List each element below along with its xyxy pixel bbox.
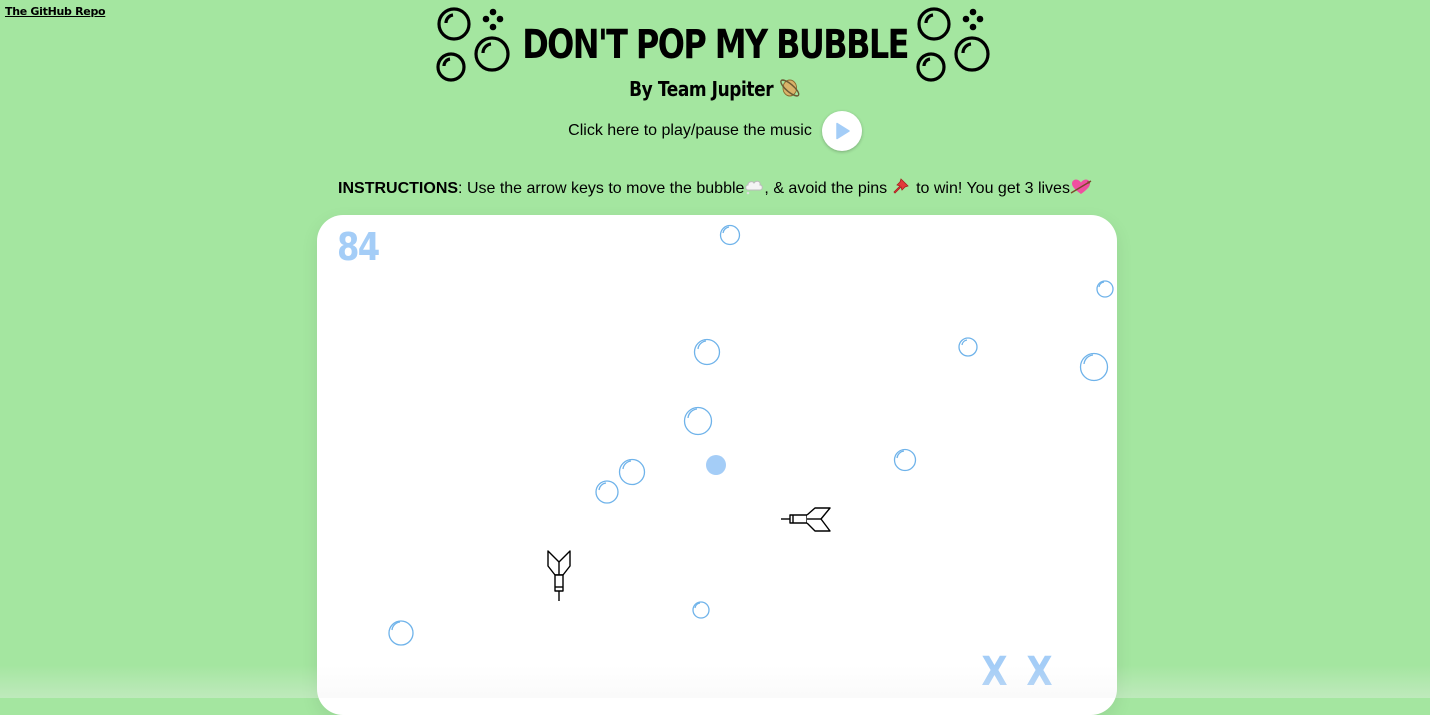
game-board[interactable]: 84 X X xyxy=(317,215,1117,715)
bubble xyxy=(693,338,721,366)
play-pause-button[interactable] xyxy=(821,111,862,151)
life-lost-mark: X xyxy=(981,649,1008,695)
pushpin-icon xyxy=(893,178,909,194)
music-control: Click here to play/pause the music xyxy=(0,110,1430,152)
bubble xyxy=(893,448,917,472)
vertical-dart-pin xyxy=(547,550,571,601)
instructions-text-2: , & avoid the pins xyxy=(764,180,888,197)
instructions-text-1: : Use the arrow keys to move the bubble xyxy=(458,180,745,197)
bubble xyxy=(958,337,978,357)
subtitle: By Team Jupiter xyxy=(0,76,1430,101)
score-counter: 84 xyxy=(337,225,380,269)
instructions: INSTRUCTIONS: Use the arrow keys to move… xyxy=(0,177,1430,198)
title-row: DON'T POP MY BUBBLE xyxy=(0,4,1430,86)
planet-icon xyxy=(780,79,800,97)
bubble xyxy=(683,406,713,436)
bubble xyxy=(388,620,414,646)
music-label: Click here to play/pause the music xyxy=(568,122,812,139)
heart-arrow-icon xyxy=(1070,179,1092,194)
bubble xyxy=(692,601,710,619)
bubbles-left-icon xyxy=(436,7,510,82)
bubble xyxy=(1096,280,1114,298)
page-title: DON'T POP MY BUBBLE xyxy=(522,22,909,68)
lives-lost: X X xyxy=(979,649,1055,695)
play-icon xyxy=(836,122,850,140)
instructions-heading: INSTRUCTIONS xyxy=(338,180,459,197)
bubbles-right-icon xyxy=(916,7,990,82)
horizontal-dart-pin xyxy=(781,507,831,532)
instructions-text-3: to win! You get 3 lives xyxy=(911,180,1070,197)
team-name: By Team Jupiter xyxy=(629,77,774,101)
thought-bubble-icon xyxy=(745,180,764,195)
bubbles xyxy=(388,224,1114,646)
bubble xyxy=(618,458,646,486)
life-lost-mark: X xyxy=(1026,649,1053,695)
bubble xyxy=(1079,352,1109,382)
bubble xyxy=(719,224,741,246)
player-bubble xyxy=(706,455,726,475)
game-field xyxy=(388,224,1114,646)
bubble xyxy=(595,480,619,504)
